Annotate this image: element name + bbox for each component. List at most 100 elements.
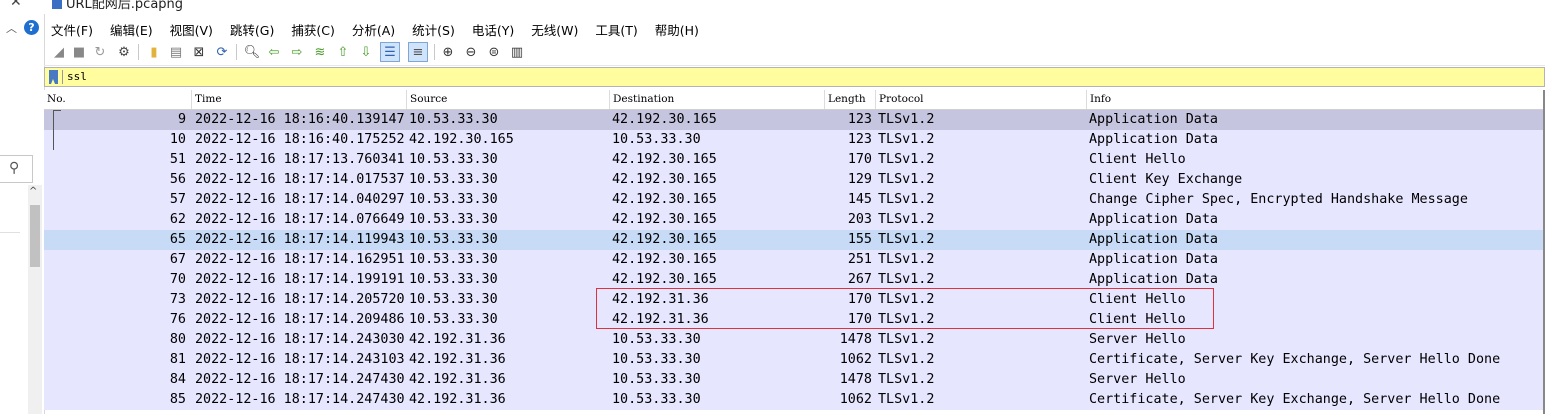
menu-edit[interactable]: 编辑(E) xyxy=(110,20,153,39)
cell-source: 10.53.33.30 xyxy=(409,192,498,207)
table-row[interactable]: 67 2022-12-16 18:17:14.162951 10.53.33.3… xyxy=(44,250,1545,270)
last-packet-icon[interactable]: ⇩ xyxy=(357,43,375,61)
zoom-out-icon[interactable]: ⊖ xyxy=(462,43,480,61)
display-filter-bar[interactable]: ssl xyxy=(44,67,1545,87)
col-header-time[interactable]: Time xyxy=(191,90,406,109)
cell-protocol: TLSv1.2 xyxy=(878,212,935,227)
cell-no: 73 xyxy=(169,292,186,307)
cell-protocol: TLSv1.2 xyxy=(878,292,935,307)
cell-info: Application Data xyxy=(1089,252,1218,267)
col-header-info[interactable]: Info xyxy=(1086,90,1545,109)
cell-info: Application Data xyxy=(1089,272,1218,287)
table-row[interactable]: 76 2022-12-16 18:17:14.209486 10.53.33.3… xyxy=(44,310,1545,330)
search-icon: ⚲ xyxy=(9,160,20,176)
menu-wireless[interactable]: 无线(W) xyxy=(531,20,578,39)
colorize-icon[interactable]: ≡ xyxy=(408,42,428,62)
cell-info: Client Hello xyxy=(1089,292,1186,307)
close-icon[interactable]: ✕ xyxy=(10,0,22,10)
table-row[interactable]: 62 2022-12-16 18:17:14.076649 10.53.33.3… xyxy=(44,210,1545,230)
menu-go[interactable]: 跳转(G) xyxy=(230,20,274,39)
cell-source: 42.192.30.165 xyxy=(409,132,514,147)
col-header-no[interactable]: No. xyxy=(44,90,191,109)
first-packet-icon[interactable]: ⇧ xyxy=(334,43,352,61)
table-row[interactable]: 65 2022-12-16 18:17:14.119943 10.53.33.3… xyxy=(44,230,1545,250)
cell-no: 62 xyxy=(169,212,186,227)
table-row[interactable]: 70 2022-12-16 18:17:14.199191 10.53.33.3… xyxy=(44,270,1545,290)
menu-help[interactable]: 帮助(H) xyxy=(655,20,699,39)
cell-destination: 10.53.33.30 xyxy=(612,392,701,407)
table-row[interactable]: 85 2022-12-16 18:17:14.247430 42.192.31.… xyxy=(44,390,1545,410)
scroll-up-icon[interactable]: ^ xyxy=(29,186,37,197)
cell-destination: 42.192.31.36 xyxy=(612,292,709,307)
col-header-length[interactable]: Length xyxy=(824,90,875,109)
cell-destination: 42.192.30.165 xyxy=(612,112,717,127)
cell-destination: 10.53.33.30 xyxy=(612,352,701,367)
bookmark-icon[interactable] xyxy=(49,70,58,84)
help-icon[interactable]: ? xyxy=(24,20,39,35)
table-row[interactable]: 9 2022-12-16 18:16:40.139147 10.53.33.30… xyxy=(44,110,1545,130)
cell-time: 2022-12-16 18:17:13.760341 xyxy=(195,152,405,167)
menu-capture[interactable]: 捕获(C) xyxy=(291,20,334,39)
cell-protocol: TLSv1.2 xyxy=(878,352,935,367)
find-icon[interactable]: 🔍︎ xyxy=(243,43,261,61)
menu-view[interactable]: 视图(V) xyxy=(170,20,213,39)
autoscroll-icon[interactable]: ☰ xyxy=(380,42,400,62)
cell-info: Client Key Exchange xyxy=(1089,172,1243,187)
cell-no: 85 xyxy=(169,392,186,407)
cell-destination: 42.192.30.165 xyxy=(612,212,717,227)
cell-time: 2022-12-16 18:17:14.017537 xyxy=(195,172,405,187)
cell-time: 2022-12-16 18:17:14.209486 xyxy=(195,312,405,327)
menu-file[interactable]: 文件(F) xyxy=(51,20,93,39)
shark-fin-start-icon[interactable]: ◢ xyxy=(50,43,68,61)
menu-tools[interactable]: 工具(T) xyxy=(595,20,637,39)
menu-analyze[interactable]: 分析(A) xyxy=(352,20,395,39)
forward-arrow-icon[interactable]: ⇨ xyxy=(288,43,306,61)
table-row[interactable]: 10 2022-12-16 18:16:40.175252 42.192.30.… xyxy=(44,130,1545,150)
filter-separator xyxy=(62,70,63,84)
chevron-up-icon[interactable]: ︿ xyxy=(6,20,17,36)
goto-packet-icon[interactable]: ≋ xyxy=(311,43,329,61)
col-header-source[interactable]: Source xyxy=(406,90,609,109)
display-filter-input[interactable]: ssl xyxy=(67,70,87,83)
table-row[interactable]: 51 2022-12-16 18:17:13.760341 10.53.33.3… xyxy=(44,150,1545,170)
cell-length: 170 xyxy=(847,152,872,167)
cell-info: Application Data xyxy=(1089,112,1218,127)
table-row[interactable]: 81 2022-12-16 18:17:14.243103 42.192.31.… xyxy=(44,350,1545,370)
close-file-icon[interactable]: ⊠ xyxy=(190,43,208,61)
main-toolbar: ◢ ■ ↻ ⚙ ▮ ▤ ⊠ ⟳ 🔍︎ ⇦ ⇨ ≋ ⇧ ⇩ ☰ ≡ ⊕ ⊖ ⊜ ▥ xyxy=(44,40,1545,66)
stop-icon[interactable]: ■ xyxy=(70,43,88,61)
col-header-destination[interactable]: Destination xyxy=(609,90,824,109)
reload-icon[interactable]: ⟳ xyxy=(213,43,231,61)
packet-rows: 9 2022-12-16 18:16:40.139147 10.53.33.30… xyxy=(44,110,1545,410)
cell-destination: 10.53.33.30 xyxy=(612,132,701,147)
col-header-protocol[interactable]: Protocol xyxy=(875,90,1086,109)
table-row[interactable]: 56 2022-12-16 18:17:14.017537 10.53.33.3… xyxy=(44,170,1545,190)
cell-info: Application Data xyxy=(1089,232,1218,247)
options-gear-icon[interactable]: ⚙ xyxy=(115,43,133,61)
table-row[interactable]: 80 2022-12-16 18:17:14.243030 42.192.31.… xyxy=(44,330,1545,350)
cell-no: 81 xyxy=(169,352,186,367)
menu-telephony[interactable]: 电话(Y) xyxy=(472,20,514,39)
cell-time: 2022-12-16 18:17:14.076649 xyxy=(195,212,405,227)
zoom-in-icon[interactable]: ⊕ xyxy=(439,43,457,61)
side-scroll-thumb[interactable] xyxy=(30,205,40,267)
back-arrow-icon[interactable]: ⇦ xyxy=(265,43,283,61)
zoom-normal-icon[interactable]: ⊜ xyxy=(485,43,503,61)
menu-statistics[interactable]: 统计(S) xyxy=(412,20,455,39)
open-folder-icon[interactable]: ▮ xyxy=(145,43,163,61)
cell-length: 155 xyxy=(847,232,872,247)
cell-source: 42.192.31.36 xyxy=(409,352,506,367)
save-file-icon[interactable]: ▤ xyxy=(167,43,185,61)
table-row[interactable]: 73 2022-12-16 18:17:14.205720 10.53.33.3… xyxy=(44,290,1545,310)
resize-columns-icon[interactable]: ▥ xyxy=(508,43,526,61)
restart-icon[interactable]: ↻ xyxy=(91,43,109,61)
cell-destination: 10.53.33.30 xyxy=(612,332,701,347)
cell-source: 10.53.33.30 xyxy=(409,272,498,287)
side-search-box[interactable]: ⚲ xyxy=(0,155,33,183)
cell-time: 2022-12-16 18:17:14.243103 xyxy=(195,352,405,367)
packet-list[interactable]: No. Time Source Destination Length Proto… xyxy=(44,90,1545,414)
cell-no: 67 xyxy=(169,252,186,267)
table-row[interactable]: 84 2022-12-16 18:17:14.247430 42.192.31.… xyxy=(44,370,1545,390)
cell-protocol: TLSv1.2 xyxy=(878,332,935,347)
table-row[interactable]: 57 2022-12-16 18:17:14.040297 10.53.33.3… xyxy=(44,190,1545,210)
